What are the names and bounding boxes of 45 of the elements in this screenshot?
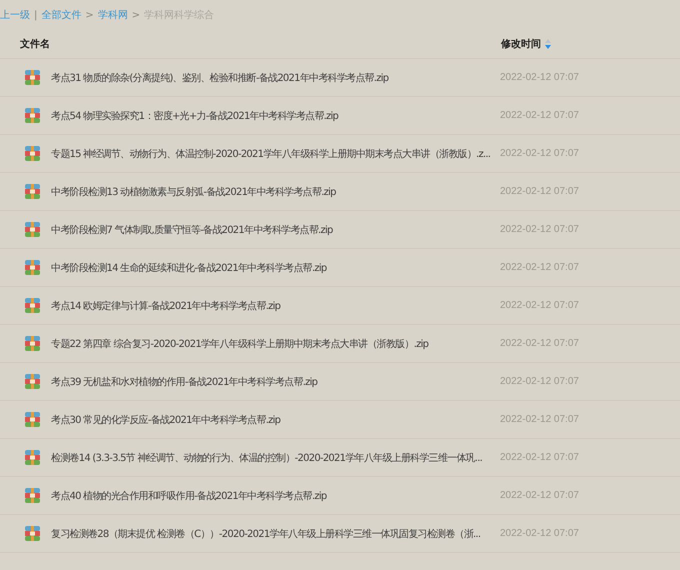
modified-time: 2022-02-12 07:07 (500, 72, 579, 83)
file-name[interactable]: 复习检测卷28（期末提优 检测卷（C））-2020-2021学年八年级上册科学三维一体巩固复习检测卷（浙... (51, 526, 497, 540)
archive-icon (25, 146, 40, 161)
breadcrumb-separator: > (85, 10, 94, 20)
file-name[interactable]: 考点14 欧姆定律与计算-备战2021年中考科学考点帮.zip (51, 298, 497, 312)
sort-icon[interactable] (545, 39, 551, 49)
archive-icon (25, 526, 40, 541)
archive-icon (25, 374, 40, 389)
archive-icon (25, 298, 40, 313)
archive-icon (25, 70, 40, 85)
modified-time: 2022-02-12 07:07 (500, 452, 579, 463)
file-name[interactable]: 专题15 神经调节、动物行为、体温控制-2020-2021学年八年级科学上册期中期末考点大串讲（浙教版）.z... (51, 146, 497, 160)
file-name[interactable]: 考点31 物质的除杂(分离提纯)、鉴别、检验和推断-备战2021年中考科学考点帮.zip (51, 70, 497, 84)
modified-time: 2022-02-12 07:07 (500, 262, 579, 273)
archive-icon (25, 336, 40, 351)
file-name[interactable]: 中考阶段检测7 气体制取,质量守恒等-备战2021年中考科学考点帮.zip (51, 222, 497, 236)
file-name[interactable]: 考点54 物理实验探究1：密度+光+力-备战2021年中考科学考点帮.zip (51, 108, 497, 122)
archive-icon (25, 108, 40, 123)
archive-icon (25, 184, 40, 199)
archive-icon (25, 260, 40, 275)
archive-icon (25, 450, 40, 465)
file-name[interactable]: 考点39 无机盐和水对植物的作用-备战2021年中考科学考点帮.zip (51, 374, 497, 388)
column-header[interactable]: 修改时间 (501, 37, 541, 51)
file-name[interactable]: 中考阶段检测14 生命的延续和进化-备战2021年中考科学考点帮.zip (51, 260, 497, 274)
column-header[interactable]: 文件名 (20, 37, 501, 51)
archive-icon (25, 222, 40, 237)
modified-time: 2022-02-12 07:07 (500, 186, 579, 197)
modified-time: 2022-02-12 07:07 (500, 224, 579, 235)
file-name[interactable]: 检测卷14 (3.3-3.5节 神经调节、动物的行为、体温的控制）-2020-2021学年八年级上册科学三维一体巩... (51, 450, 497, 464)
archive-icon (25, 488, 40, 503)
file-name[interactable]: 中考阶段检测13 动植物激素与反射弧-备战2021年中考科学考点帮.zip (51, 184, 497, 198)
modified-time: 2022-02-12 07:07 (500, 528, 579, 539)
file-name[interactable]: 考点40 植物的光合作用和呼吸作用-备战2021年中考科学考点帮.zip (51, 488, 497, 502)
file-name[interactable]: 专题22 第四章 综合复习-2020-2021学年八年级科学上册期中期末考点大串讲（浙教版）.zip (51, 336, 497, 350)
breadcrumb-separator: > (132, 10, 140, 20)
modified-time: 2022-02-12 07:07 (500, 376, 579, 387)
modified-time: 2022-02-12 07:07 (500, 338, 579, 349)
file-name[interactable]: 考点30 常见的化学反应-备战2021年中考科学考点帮.zip (51, 412, 497, 426)
modified-time: 2022-02-12 07:07 (500, 110, 579, 121)
modified-time: 2022-02-12 07:07 (500, 300, 579, 311)
modified-time: 2022-02-12 07:07 (500, 148, 579, 159)
archive-icon (25, 412, 40, 427)
breadcrumb-separator: | (34, 10, 38, 20)
modified-time: 2022-02-12 07:07 (500, 490, 579, 501)
modified-time: 2022-02-12 07:07 (500, 414, 579, 425)
